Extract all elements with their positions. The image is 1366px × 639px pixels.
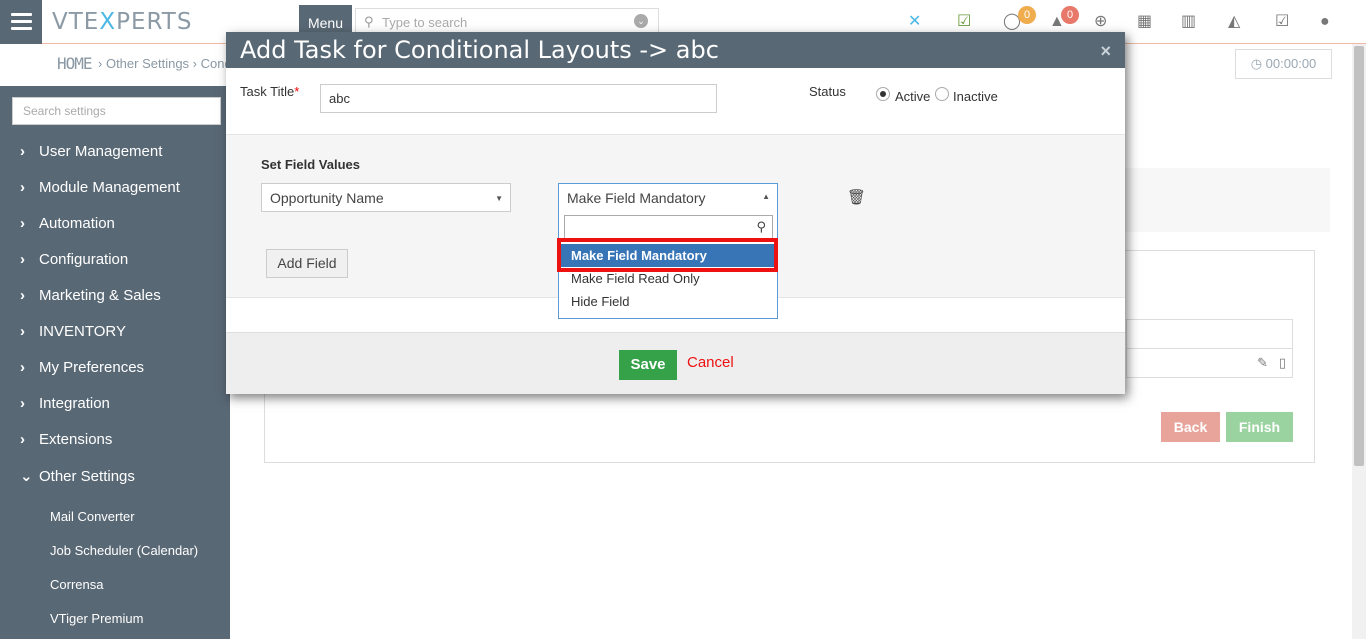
area-chart-icon[interactable]: ◭ (1228, 13, 1240, 31)
chevron-down-icon: ⌄ (20, 468, 33, 485)
settings-search-input[interactable]: Search settings (12, 97, 221, 125)
status-active-label[interactable]: Active (895, 89, 930, 104)
calendar-check-icon[interactable]: ☑ (957, 13, 971, 31)
sidebar-item-inventory[interactable]: › INVENTORY (20, 323, 126, 340)
bar-chart-icon[interactable]: ▥ (1181, 13, 1196, 31)
notification-badge: 0 (1061, 6, 1079, 24)
sidebar-subitem-mail-converter[interactable]: Mail Converter (50, 509, 135, 524)
back-button[interactable]: Back (1161, 412, 1220, 442)
timer-value: 00:00:00 (1265, 56, 1317, 71)
logo-text-left: VTE (52, 9, 100, 35)
sidebar-item-label: Automation (39, 215, 115, 232)
chevron-right-icon: › (20, 359, 25, 376)
sidebar-item-configuration[interactable]: › Configuration (20, 251, 128, 268)
app-logo[interactable]: VTEXPERTS (52, 9, 192, 35)
task-check-icon[interactable]: ☑ (1275, 13, 1289, 31)
finish-button[interactable]: Finish (1226, 412, 1293, 442)
logo-text-right: PERTS (116, 9, 193, 35)
chevron-right-icon: › (20, 215, 25, 232)
sidebar-item-label: Marketing & Sales (39, 287, 161, 304)
sidebar-item-label: Extensions (39, 431, 113, 448)
clock-icon: ◷ (1250, 56, 1263, 71)
caret-up-icon: ▲ (762, 192, 770, 201)
add-field-button[interactable]: Add Field (266, 249, 348, 278)
delete-field-icon[interactable]: 🗑 (847, 188, 866, 206)
dropdown-search-input[interactable]: ⚲ (564, 215, 773, 239)
caret-down-icon: ▼ (495, 194, 503, 203)
global-search-placeholder: Type to search (382, 15, 468, 30)
sidebar-item-my-preferences[interactable]: › My Preferences (20, 359, 144, 376)
task-title-label-text: Task Title (240, 84, 295, 99)
sidebar-item-label: Configuration (39, 251, 129, 268)
sidebar-subitem-corrensa[interactable]: Corrensa (50, 577, 103, 592)
background-section (1124, 168, 1330, 232)
required-mark: * (294, 84, 300, 99)
edit-icon[interactable]: ✎ (1257, 355, 1268, 371)
field-select-value: Opportunity Name (270, 190, 384, 206)
settings-sidebar: Search settings › User Management › Module… (0, 86, 230, 639)
breadcrumb-home[interactable]: HOME (57, 54, 93, 73)
search-icon: ⚲ (364, 14, 374, 29)
chevron-right-icon: › (20, 431, 25, 448)
highlight-annotation-box (557, 238, 778, 272)
timer-button[interactable]: ◷ 00:00:00 (1235, 49, 1332, 79)
field-select[interactable]: Opportunity Name ▼ (261, 183, 511, 212)
chevron-down-icon[interactable]: ⌄ (634, 14, 648, 28)
modal-header: Add Task for Conditional Layouts -> abc … (226, 32, 1125, 68)
sidebar-item-module-management[interactable]: › Module Management (20, 179, 180, 196)
sidebar-item-extensions[interactable]: › Extensions (20, 431, 112, 448)
modal-title: Add Task for Conditional Layouts -> abc (240, 36, 719, 64)
sidebar-item-automation[interactable]: › Automation (20, 215, 115, 232)
chevron-right-icon: › (20, 287, 25, 304)
dropdown-option-hide-field[interactable]: Hide Field (560, 290, 776, 313)
breadcrumb-other-settings[interactable]: Other Settings (106, 56, 189, 71)
chevron-right-icon: › (20, 395, 25, 412)
sidebar-item-label: My Preferences (39, 359, 145, 376)
search-icon: ⚲ (756, 219, 766, 234)
sidebar-subitem-vtiger-premium[interactable]: VTiger Premium (50, 611, 143, 626)
add-icon[interactable]: ⊕ (1094, 13, 1107, 31)
sidebar-item-label: Other Settings (39, 468, 135, 485)
chat-badge: 0 (1018, 6, 1036, 24)
user-icon[interactable]: ● (1320, 13, 1330, 31)
sidebar-item-label: INVENTORY (39, 323, 126, 340)
modal-footer: Save Cancel (226, 332, 1125, 394)
sidebar-item-integration[interactable]: › Integration (20, 395, 110, 412)
action-select[interactable]: Make Field Mandatory ▲ (558, 183, 778, 212)
vtexperts-x-icon[interactable]: ✕ (908, 13, 921, 31)
breadcrumb: › Other Settings › Cond (98, 56, 232, 71)
sidebar-subitem-job-scheduler[interactable]: Job Scheduler (Calendar) (50, 543, 198, 558)
sidebar-item-other-settings[interactable]: ⌄ Other Settings (20, 467, 135, 485)
set-field-values-label: Set Field Values (261, 157, 360, 172)
page-scrollbar[interactable] (1352, 44, 1366, 639)
delete-icon[interactable]: ▯ (1279, 355, 1286, 371)
save-button[interactable]: Save (619, 350, 677, 380)
status-inactive-label[interactable]: Inactive (953, 89, 998, 104)
chevron-right-icon: › (20, 251, 25, 268)
background-table-header (1126, 319, 1293, 349)
sidebar-item-label: Integration (39, 395, 110, 412)
calendar-icon[interactable]: ▦ (1137, 13, 1152, 31)
cancel-link[interactable]: Cancel (687, 354, 734, 371)
sidebar-item-label: User Management (39, 143, 163, 160)
sidebar-item-marketing-sales[interactable]: › Marketing & Sales (20, 287, 161, 304)
logo-text-x: X (99, 9, 117, 35)
status-label: Status (809, 84, 846, 99)
background-table-row: ✎ ▯ (1126, 348, 1293, 378)
task-title-label: Task Title* (240, 84, 299, 99)
status-active-radio[interactable] (876, 87, 890, 101)
sidebar-item-user-management[interactable]: › User Management (20, 143, 162, 160)
sidebar-item-label: Module Management (39, 179, 180, 196)
chevron-right-icon: › (20, 143, 25, 160)
close-icon[interactable]: × (1100, 42, 1111, 60)
task-title-input[interactable]: abc (320, 84, 717, 113)
chevron-right-icon: › (20, 323, 25, 340)
action-select-value: Make Field Mandatory (567, 190, 706, 206)
scrollbar-thumb[interactable] (1354, 46, 1364, 466)
status-inactive-radio[interactable] (935, 87, 949, 101)
hamburger-menu-icon[interactable] (0, 0, 42, 44)
chevron-right-icon: › (20, 179, 25, 196)
